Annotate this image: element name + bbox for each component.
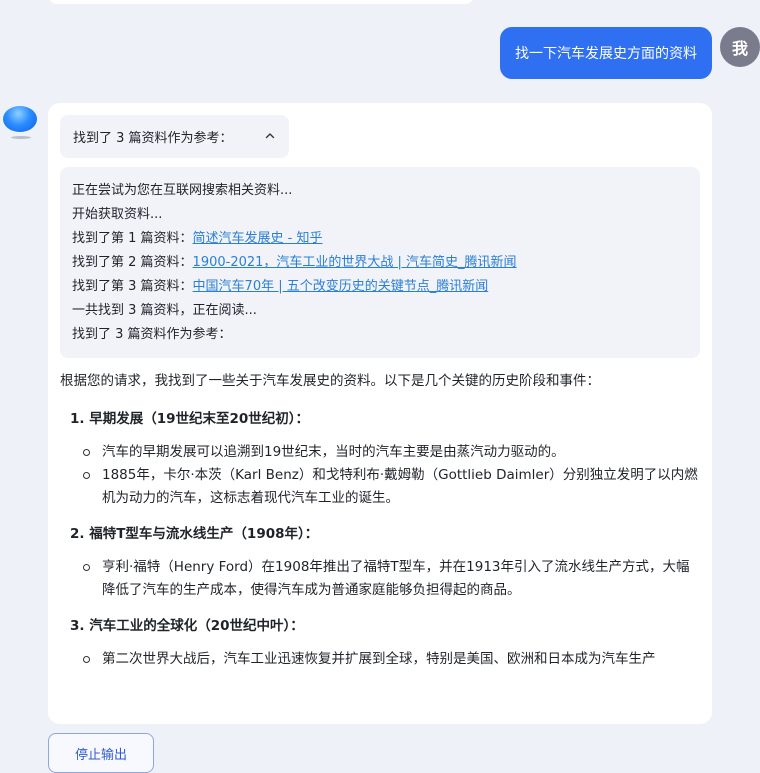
assistant-message-card: 找到了 3 篇资料作为参考： 正在尝试为您在互联网搜索相关资料... 开始获取资… xyxy=(48,103,712,724)
section-title-1: 1. 早期发展（19世纪末至20世纪初）： xyxy=(70,411,310,427)
reference-line-1: 找到了第 1 篇资料：简述汽车发展史 - 知乎 xyxy=(72,231,323,246)
references-toggle[interactable]: 找到了 3 篇资料作为参考： xyxy=(60,115,289,158)
section-title-2: 2. 福特T型车与流水线生产（1908年）： xyxy=(70,526,319,542)
search-log-line: 开始获取资料... xyxy=(72,207,163,222)
reference-line-2: 找到了第 2 篇资料：1900-2021，汽车工业的世界大战 | 汽车简史_腾讯… xyxy=(72,255,517,270)
reference-link-3[interactable]: 中国汽车70年 | 五个改变历史的关键节点_腾讯新闻 xyxy=(193,279,489,294)
search-log-panel: 正在尝试为您在互联网搜索相关资料... 开始获取资料... 找到了第 1 篇资料… xyxy=(60,167,700,358)
list-item: 亨利·福特（Henry Ford）在1908年推出了福特T型车，并在1913年引… xyxy=(60,556,700,602)
search-log-line: 一共找到 3 篇资料，正在阅读... xyxy=(72,303,257,318)
section-3-list: 第二次世界大战后，汽车工业迅速恢复并扩展到全球，特别是美国、欧洲和日本成为汽车生… xyxy=(60,648,700,671)
section-2-list: 亨利·福特（Henry Ford）在1908年推出了福特T型车，并在1913年引… xyxy=(60,556,700,602)
section-1-list: 汽车的早期发展可以追溯到19世纪末，当时的汽车主要是由蒸汽动力驱动的。 1885… xyxy=(60,441,700,510)
list-item: 第二次世界大战后，汽车工业迅速恢复并扩展到全球，特别是美国、欧洲和日本成为汽车生… xyxy=(60,648,700,671)
stop-output-button[interactable]: 停止输出 xyxy=(48,733,154,773)
user-message-row: 找一下汽车发展史方面的资料 我 xyxy=(0,27,760,79)
reference-link-1[interactable]: 简述汽车发展史 - 知乎 xyxy=(193,231,323,246)
reference-link-2[interactable]: 1900-2021，汽车工业的世界大战 | 汽车简史_腾讯新闻 xyxy=(193,255,517,270)
previous-message-bubble xyxy=(48,0,474,4)
section-title-3: 3. 汽车工业的全球化（20世纪中叶）： xyxy=(70,618,304,634)
search-log-line: 正在尝试为您在互联网搜索相关资料... xyxy=(72,183,293,198)
user-avatar: 我 xyxy=(720,27,760,67)
references-toggle-label: 找到了 3 篇资料作为参考： xyxy=(73,131,233,146)
user-message-bubble: 找一下汽车发展史方面的资料 xyxy=(500,27,712,79)
answer-content: 根据您的请求，我找到了一些关于汽车发展史的资料。以下是几个关键的历史阶段和事件：… xyxy=(60,369,700,671)
answer-intro: 根据您的请求，我找到了一些关于汽车发展史的资料。以下是几个关键的历史阶段和事件： xyxy=(60,373,600,389)
chevron-up-icon xyxy=(265,133,275,139)
reference-line-3: 找到了第 3 篇资料：中国汽车70年 | 五个改变历史的关键节点_腾讯新闻 xyxy=(72,279,489,294)
assistant-avatar-icon xyxy=(3,102,37,142)
list-item: 汽车的早期发展可以追溯到19世纪末，当时的汽车主要是由蒸汽动力驱动的。 xyxy=(60,441,700,464)
list-item: 1885年，卡尔·本茨（Karl Benz）和戈特利布·戴姆勒（Gottlieb… xyxy=(60,464,700,510)
search-log-line: 找到了 3 篇资料作为参考： xyxy=(72,327,232,342)
